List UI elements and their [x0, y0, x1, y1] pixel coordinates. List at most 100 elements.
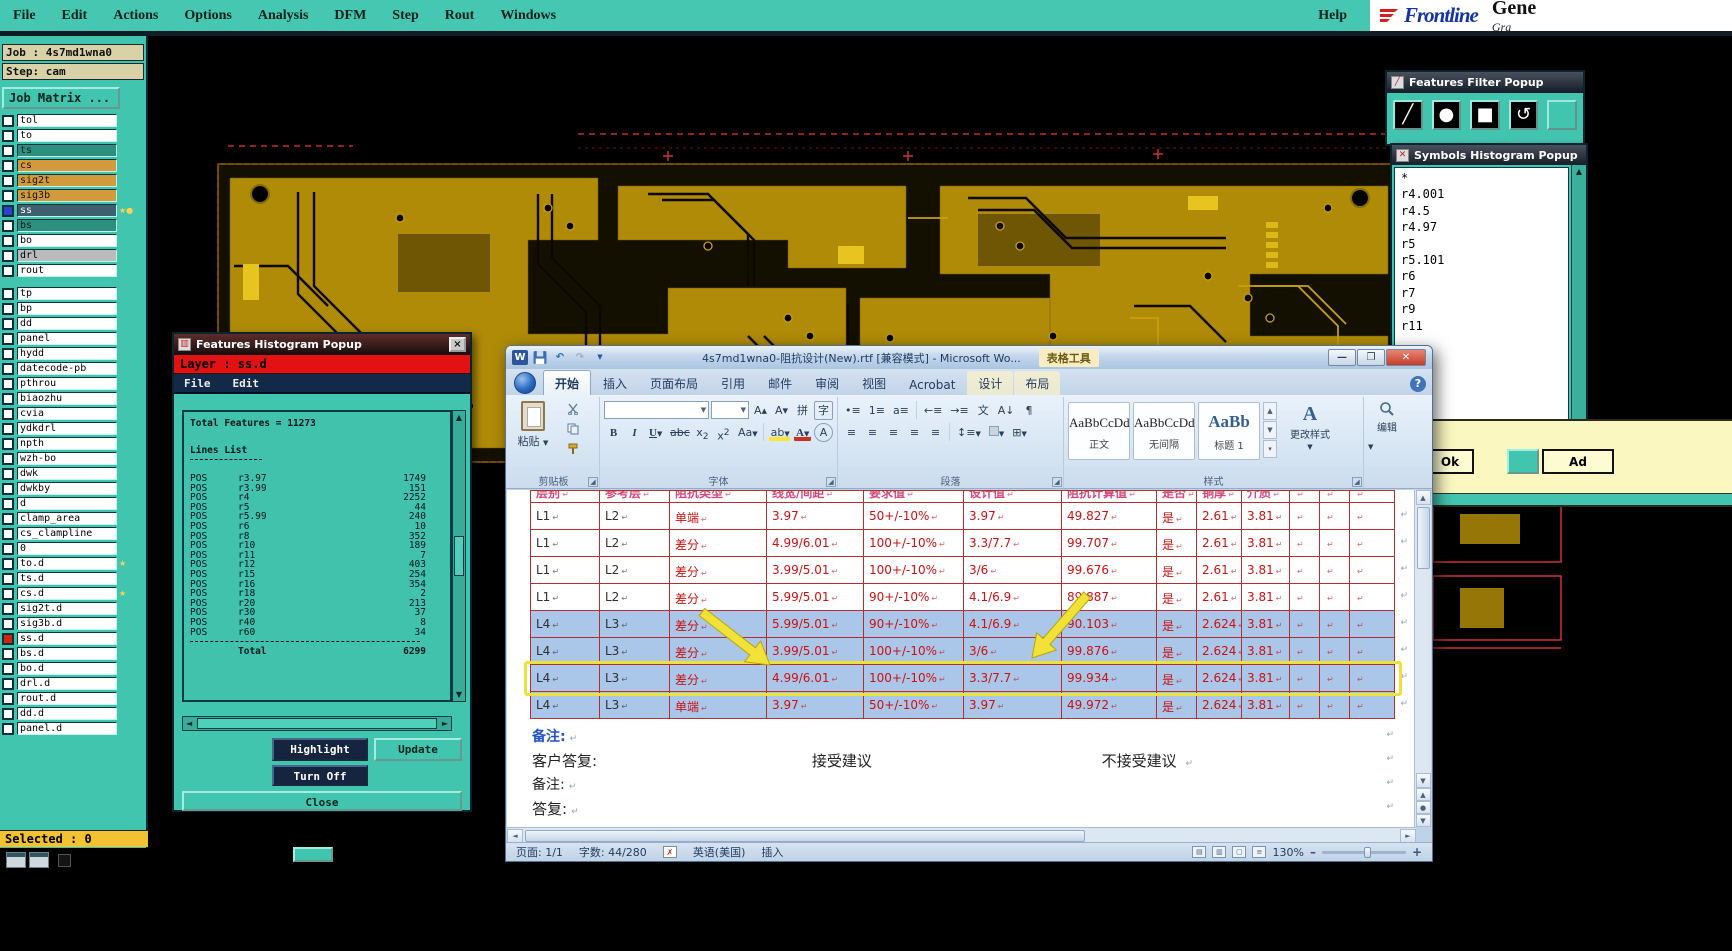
table-cell[interactable] — [1320, 557, 1350, 584]
layer-visibility-checkbox[interactable] — [2, 144, 14, 157]
spellcheck-icon[interactable]: ✗ — [662, 846, 677, 858]
decrease-indent-button[interactable]: ←≡ — [921, 401, 945, 420]
zoom-out-icon[interactable]: – — [1310, 845, 1316, 859]
scroll-left-icon[interactable]: ◄ — [183, 719, 195, 728]
layer-name[interactable]: dwk — [17, 467, 117, 480]
layer-row[interactable]: bp — [0, 301, 146, 316]
table-cell[interactable]: 3/6 — [964, 638, 1062, 665]
layer-row[interactable]: to.d ★ — [0, 556, 146, 571]
styles-scroll-up-icon[interactable]: ▲ — [1263, 402, 1277, 420]
document-hscrollbar[interactable]: ◄ ► — [507, 827, 1416, 843]
table-cell[interactable]: 99.876 — [1062, 638, 1157, 665]
table-cell[interactable]: 2.624 — [1197, 638, 1242, 665]
layer-row[interactable]: sig3b.d — [0, 616, 146, 631]
layer-name[interactable]: d — [17, 497, 117, 510]
scroll-thumb[interactable] — [197, 718, 437, 729]
table-cell[interactable]: 4.99/6.01 — [767, 665, 864, 692]
histogram-close-icon[interactable]: × — [449, 337, 466, 352]
table-header-cell[interactable]: 是否 — [1157, 490, 1197, 503]
histogram-row[interactable]: POS r40 8 — [190, 618, 446, 628]
style-gallery-item[interactable]: AaBb 标题 1 — [1198, 402, 1260, 460]
menu-item[interactable]: Actions — [100, 8, 171, 24]
asian-layout-button[interactable]: 文 — [974, 401, 993, 420]
styles-scroll-down-icon[interactable]: ▼ — [1263, 421, 1277, 439]
strikethrough-button[interactable]: abc — [667, 423, 691, 442]
layer-name[interactable]: bs.d — [17, 647, 117, 660]
ok-button[interactable]: Ok — [1426, 449, 1474, 474]
layer-name[interactable]: to — [17, 129, 117, 142]
table-cell[interactable]: 3.97 — [767, 503, 864, 530]
italic-button[interactable]: I — [625, 423, 644, 442]
layer-visibility-checkbox[interactable] — [2, 707, 14, 720]
histogram-row[interactable]: POS r6 10 — [190, 522, 446, 532]
table-header-cell[interactable]: 层别 — [530, 490, 600, 503]
layer-row[interactable]: wzh-bo — [0, 451, 146, 466]
table-cell[interactable]: 3.81 — [1242, 557, 1290, 584]
table-cell[interactable]: 100+/-10% — [864, 530, 964, 557]
layer-row[interactable]: ts — [0, 143, 146, 158]
table-header-cell[interactable] — [1290, 490, 1320, 503]
layer-visibility-checkbox[interactable] — [2, 482, 14, 495]
tool-button[interactable] — [293, 847, 333, 862]
menu-item[interactable]: Rout — [432, 8, 488, 24]
table-cell[interactable] — [1350, 503, 1395, 530]
layer-row[interactable]: drl.d — [0, 676, 146, 691]
layer-name[interactable]: biaozhu — [17, 392, 117, 405]
menu-item[interactable]: Step — [379, 8, 431, 24]
layer-visibility-checkbox[interactable] — [2, 392, 14, 405]
table-cell[interactable]: 差分 — [670, 530, 767, 557]
layer-row[interactable]: d — [0, 496, 146, 511]
web-layout-view-icon[interactable]: ▢ — [1232, 846, 1247, 858]
layer-row[interactable]: dwk — [0, 466, 146, 481]
align-right-button[interactable]: ≡ — [884, 423, 903, 442]
ribbon-tab[interactable]: 设计 — [967, 371, 1014, 395]
editing-button[interactable]: 编辑 ▼ — [1368, 401, 1406, 452]
layer-row[interactable]: cs — [0, 158, 146, 173]
bold-button[interactable]: B — [604, 423, 623, 442]
ribbon-tab[interactable]: 插入 — [592, 371, 638, 395]
table-cell[interactable]: 2.624 — [1197, 692, 1242, 719]
layer-visibility-checkbox[interactable] — [2, 722, 14, 735]
layer-visibility-checkbox[interactable] — [2, 362, 14, 375]
layer-visibility-checkbox[interactable] — [2, 527, 14, 540]
table-cell[interactable]: 是 — [1157, 692, 1197, 719]
scroll-right-icon[interactable]: ► — [439, 719, 451, 728]
layer-name[interactable]: ss — [17, 204, 117, 217]
histogram-row[interactable]: POS r4 2252 — [190, 493, 446, 503]
layer-row[interactable]: dd.d — [0, 706, 146, 721]
browse-object-icon[interactable]: ● — [1415, 801, 1431, 814]
table-cell[interactable]: 100+/-10% — [864, 665, 964, 692]
layer-row[interactable]: bo — [0, 233, 146, 248]
layer-row[interactable]: ss ★● — [0, 203, 146, 218]
table-cell[interactable]: 5.99/5.01 — [767, 584, 864, 611]
table-cell[interactable]: L3 — [600, 638, 670, 665]
layer-row[interactable]: tp — [0, 286, 146, 301]
zoom-slider[interactable] — [1321, 846, 1406, 858]
zoom-level[interactable]: 130% — [1272, 846, 1303, 859]
histogram-hscrollbar[interactable]: ◄ ► — [182, 716, 452, 731]
layer-visibility-checkbox[interactable] — [2, 512, 14, 525]
paste-button[interactable]: 粘贴 ▼ — [512, 401, 554, 449]
layer-name[interactable]: dd — [17, 317, 117, 330]
layer-visibility-checkbox[interactable] — [2, 437, 14, 450]
table-cell[interactable] — [1350, 611, 1395, 638]
table-cell[interactable]: 是 — [1157, 557, 1197, 584]
table-cell[interactable] — [1290, 665, 1320, 692]
histogram-row[interactable]: POS r16 354 — [190, 579, 446, 590]
table-cell[interactable]: 单端 — [670, 503, 767, 530]
reject-option[interactable]: 不接受建议 — [1102, 752, 1177, 770]
layer-name[interactable]: drl — [17, 249, 117, 262]
layer-row[interactable]: ss.d — [0, 631, 146, 646]
histogram-row[interactable]: POS r18 2 — [190, 589, 446, 599]
document-area[interactable]: 层别参考层阻抗类型线宽/间距要求值设计值阻抗计算值是否铜厚介质 L1L2单端3.… — [507, 490, 1416, 827]
qat-dropdown-icon[interactable]: ▼ — [592, 350, 608, 365]
borders-button[interactable]: ⊞▼ — [1009, 423, 1030, 442]
table-cell[interactable]: 3.3/7.7 — [964, 530, 1062, 557]
sort-button[interactable]: A↓ — [995, 401, 1018, 420]
table-cell[interactable]: 3.81 — [1242, 638, 1290, 665]
help-icon[interactable]: ? — [1410, 376, 1426, 392]
table-cell[interactable]: 3.81 — [1242, 530, 1290, 557]
table-cell[interactable] — [1320, 665, 1350, 692]
layer-row[interactable]: dd — [0, 316, 146, 331]
histogram-row[interactable]: POS r5 44 — [190, 503, 446, 513]
